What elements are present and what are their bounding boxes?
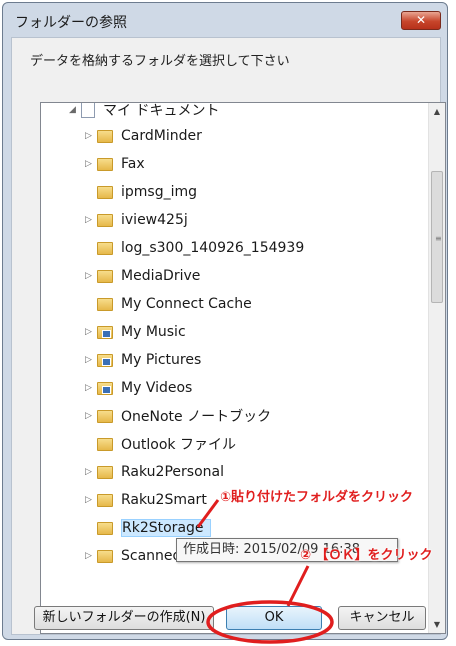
tree-item[interactable]: Outlook ファイル	[85, 431, 236, 457]
folder-icon	[97, 185, 113, 199]
expand-arrow-icon[interactable]: ▷	[85, 215, 95, 225]
expand-arrow-icon[interactable]: ▷	[85, 383, 95, 393]
tree-item[interactable]: log_s300_140926_154939	[85, 235, 304, 261]
tree-item-label: Outlook ファイル	[121, 437, 236, 453]
cancel-button[interactable]: キャンセル	[338, 606, 426, 630]
tree-item[interactable]: ▷ CardMinder	[85, 123, 202, 149]
tree-item[interactable]: ▷ MediaDrive	[85, 263, 200, 289]
tree-item-label: iview425j	[121, 212, 188, 228]
tree-item-label: ipmsg_img	[121, 184, 198, 200]
folder-icon	[97, 549, 113, 563]
tree-item-label: OneNote ノートブック	[121, 409, 272, 425]
tree-item[interactable]: ipmsg_img	[85, 179, 197, 205]
tree-item-label: MediaDrive	[121, 268, 201, 284]
tree-item[interactable]: My Connect Cache	[85, 291, 252, 317]
pictures-folder-icon	[97, 353, 113, 367]
folder-icon	[97, 493, 113, 507]
tree-item-label: Raku2Personal	[121, 464, 224, 480]
expand-arrow-icon[interactable]: ▷	[85, 495, 95, 505]
scrollbar-thumb[interactable]: ≡	[431, 171, 443, 303]
folder-icon	[97, 297, 113, 311]
tree-item[interactable]: ▷ Fax	[85, 151, 145, 177]
expand-arrow-icon[interactable]: ▷	[85, 355, 95, 365]
tree-item[interactable]: ▷ My Music	[85, 319, 186, 345]
tree-item-label: My Pictures	[121, 352, 202, 368]
tree-root-label: マイ ドキュメント	[103, 103, 220, 119]
documents-icon	[81, 103, 95, 118]
tree-item-label: Fax	[121, 156, 145, 172]
instruction-text: データを格納するフォルダを選択して下さい	[30, 54, 290, 69]
folder-icon	[97, 129, 113, 143]
tree-item[interactable]: ▷ Raku2Personal	[85, 459, 224, 485]
grip-icon: ≡	[435, 234, 442, 243]
scroll-down-icon[interactable]: ▼	[429, 616, 445, 633]
tree-item[interactable]: ▷ iview425j	[85, 207, 188, 233]
tree-item-label: CardMinder	[121, 128, 202, 144]
tree-root-my-documents[interactable]: ◢ マイ ドキュメント	[69, 103, 220, 123]
videos-folder-icon	[97, 381, 113, 395]
tree-item-label: My Connect Cache	[121, 296, 252, 312]
expand-arrow-icon[interactable]: ▷	[85, 411, 95, 421]
expand-arrow-icon[interactable]: ▷	[85, 551, 95, 561]
tree-item-label: My Videos	[121, 380, 193, 396]
folder-icon	[97, 465, 113, 479]
music-folder-icon	[97, 325, 113, 339]
ok-button[interactable]: OK	[226, 606, 322, 630]
annotation-step2: ② 【ＯＫ】をクリック	[300, 548, 433, 563]
folder-icon	[97, 213, 113, 227]
window-title: フォルダーの参照	[15, 15, 127, 31]
folder-icon	[97, 437, 113, 451]
folder-icon	[97, 521, 113, 535]
folder-icon	[97, 409, 113, 423]
expand-arrow-icon[interactable]: ▷	[85, 131, 95, 141]
tree-item-label: Raku2Smart	[121, 492, 207, 508]
expand-arrow-icon[interactable]: ▷	[85, 159, 95, 169]
tree-item[interactable]: ▷ OneNote ノートブック	[85, 403, 271, 429]
expand-arrow-icon[interactable]: ▷	[85, 271, 95, 281]
tree-item[interactable]: ▷ Raku2Smart	[85, 487, 207, 513]
tree-item[interactable]: ▷ My Pictures	[85, 347, 201, 373]
tree-item[interactable]: ▷ My Videos	[85, 375, 192, 401]
scroll-up-icon[interactable]: ▲	[429, 103, 445, 120]
expand-arrow-icon[interactable]: ▷	[85, 327, 95, 337]
close-button[interactable]: ✕	[401, 11, 441, 30]
folder-icon	[97, 241, 113, 255]
title-bar: フォルダーの参照 ✕	[3, 3, 447, 37]
new-folder-button[interactable]: 新しいフォルダーの作成(N)	[34, 606, 214, 630]
annotation-step1: ①貼り付けたフォルダをクリック	[220, 490, 414, 505]
expand-arrow-icon[interactable]: ▷	[85, 467, 95, 477]
folder-icon	[97, 157, 113, 171]
expanded-arrow-icon[interactable]: ◢	[69, 105, 79, 115]
tree-item-label: log_s300_140926_154939	[121, 240, 305, 256]
tree-item-label: My Music	[121, 324, 186, 340]
folder-icon	[97, 269, 113, 283]
tree-item-label: Rk2Storage	[121, 519, 211, 537]
